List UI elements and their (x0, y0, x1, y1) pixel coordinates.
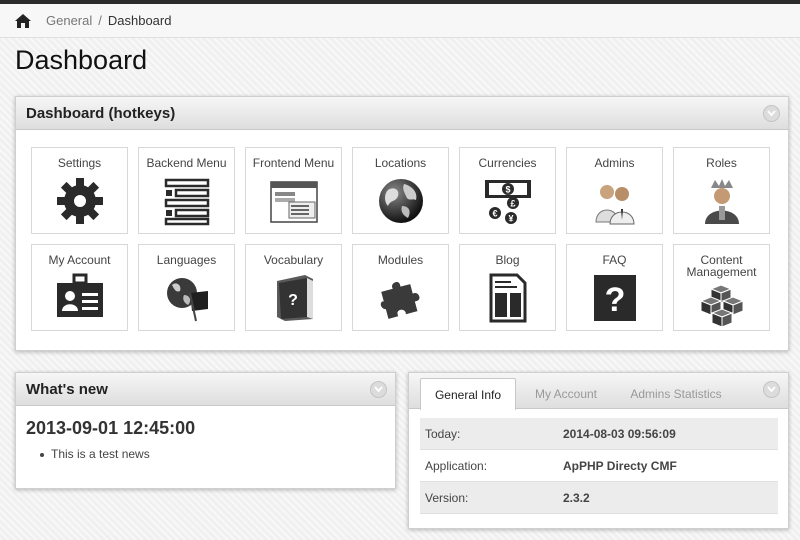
id-card-icon (57, 273, 103, 317)
svg-text:$: $ (505, 185, 510, 195)
whats-new-collapse-button[interactable] (370, 381, 387, 398)
whats-new-panel: What's new 2013-09-01 12:45:00 This is a… (15, 372, 396, 489)
tab-my-account[interactable]: My Account (521, 378, 611, 409)
page-title: Dashboard (15, 45, 148, 75)
hotkey-blog[interactable]: Blog (459, 244, 556, 331)
svg-text:€: € (492, 209, 497, 219)
hotkey-languages[interactable]: Languages (138, 244, 235, 331)
news-date: 2013-09-01 12:45:00 (26, 418, 196, 438)
blog-icon (489, 273, 527, 323)
svg-text:¥: ¥ (508, 214, 513, 224)
svg-text:?: ? (288, 292, 298, 309)
hotkey-frontend-menu[interactable]: Frontend Menu (245, 147, 342, 234)
faq-icon: ? (594, 275, 636, 321)
hotkey-currencies[interactable]: Currencies $ £ € ¥ (459, 147, 556, 234)
info-value: 2.3.2 (563, 490, 590, 505)
breadcrumb: General / Dashboard (0, 4, 800, 38)
hotkey-label: Content Management (686, 253, 757, 279)
hotkey-label: Admins (594, 156, 635, 170)
hotkey-my-account[interactable]: My Account (31, 244, 128, 331)
hotkey-content-management[interactable]: Content Management (673, 244, 770, 331)
whats-new-header: What's new (16, 373, 395, 406)
hotkey-label: Modules (377, 253, 424, 267)
hotkey-admins[interactable]: Admins (566, 147, 663, 234)
tab-general-info[interactable]: General Info (420, 378, 516, 410)
info-value: 2014-08-03 09:56:09 (563, 426, 676, 441)
hotkey-label: Locations (374, 156, 427, 170)
hotkey-locations[interactable]: Locations (352, 147, 449, 234)
info-key: Today: (425, 426, 461, 441)
info-key: Application: (425, 458, 488, 473)
news-list: This is a test news (40, 447, 150, 461)
hotkey-vocabulary[interactable]: Vocabulary ? (245, 244, 342, 331)
hotkey-grid: Settings Backend Menu Frontend Menu Loca… (31, 147, 770, 331)
info-key: Version: (425, 490, 469, 505)
svg-text:£: £ (510, 199, 515, 209)
hotkey-label: Blog (495, 253, 520, 267)
admins-icon (595, 185, 635, 225)
backend-menu-icon (164, 178, 210, 226)
hotkey-label: Settings (57, 156, 102, 170)
hotkey-roles[interactable]: Roles (673, 147, 770, 234)
cubes-icon (699, 285, 745, 327)
puzzle-icon (380, 282, 420, 319)
hotkey-modules[interactable]: Modules (352, 244, 449, 331)
info-row-today: Today: 2014-08-03 09:56:09 (420, 418, 778, 450)
chevron-down-icon (374, 386, 383, 393)
hotkey-settings[interactable]: Settings (31, 147, 128, 234)
hotkey-label: Backend Menu (146, 156, 227, 170)
breadcrumb-current: Dashboard (107, 13, 172, 28)
tab-admins-statistics[interactable]: Admins Statistics (621, 378, 731, 409)
hotkey-label: Currencies (478, 156, 537, 170)
svg-text:?: ? (605, 281, 626, 319)
languages-icon (167, 278, 208, 322)
hotkey-backend-menu[interactable]: Backend Menu (138, 147, 235, 234)
whats-new-title: What's new (26, 380, 108, 398)
hotkey-label: Languages (156, 253, 217, 267)
chevron-down-icon (767, 110, 776, 117)
info-value: ApPHP Directy CMF (563, 458, 677, 473)
hotkeys-collapse-button[interactable] (763, 105, 780, 122)
frontend-menu-icon (270, 181, 318, 223)
breadcrumb-separator: / (98, 13, 102, 28)
breadcrumb-general-link[interactable]: General (46, 13, 92, 28)
general-info-table: Today: 2014-08-03 09:56:09 Application: … (420, 418, 778, 514)
news-item[interactable]: This is a test news (40, 447, 150, 461)
globe-icon (379, 179, 423, 223)
roles-icon (705, 179, 739, 224)
gear-icon (57, 178, 103, 224)
hotkeys-panel-header: Dashboard (hotkeys) (16, 97, 788, 130)
chevron-down-icon (767, 386, 776, 393)
hotkeys-panel: Dashboard (hotkeys) Settings Backend Men… (15, 96, 789, 351)
hotkey-label: Frontend Menu (252, 156, 335, 170)
info-collapse-button[interactable] (763, 381, 780, 398)
currencies-icon: $ £ € ¥ (485, 180, 531, 224)
hotkey-label: Vocabulary (263, 253, 324, 267)
hotkey-faq[interactable]: FAQ ? (566, 244, 663, 331)
hotkey-label: FAQ (602, 253, 627, 267)
hotkey-label: Roles (706, 156, 737, 170)
info-tabs-bar: General Info My Account Admins Statistic… (409, 373, 788, 410)
home-icon[interactable] (14, 13, 32, 29)
vocabulary-book-icon: ? (277, 275, 313, 321)
info-row-application: Application: ApPHP Directy CMF (420, 450, 778, 482)
hotkey-label: My Account (48, 253, 111, 267)
info-row-version: Version: 2.3.2 (420, 482, 778, 514)
info-panel: General Info My Account Admins Statistic… (408, 372, 789, 529)
hotkeys-panel-title: Dashboard (hotkeys) (26, 104, 176, 122)
